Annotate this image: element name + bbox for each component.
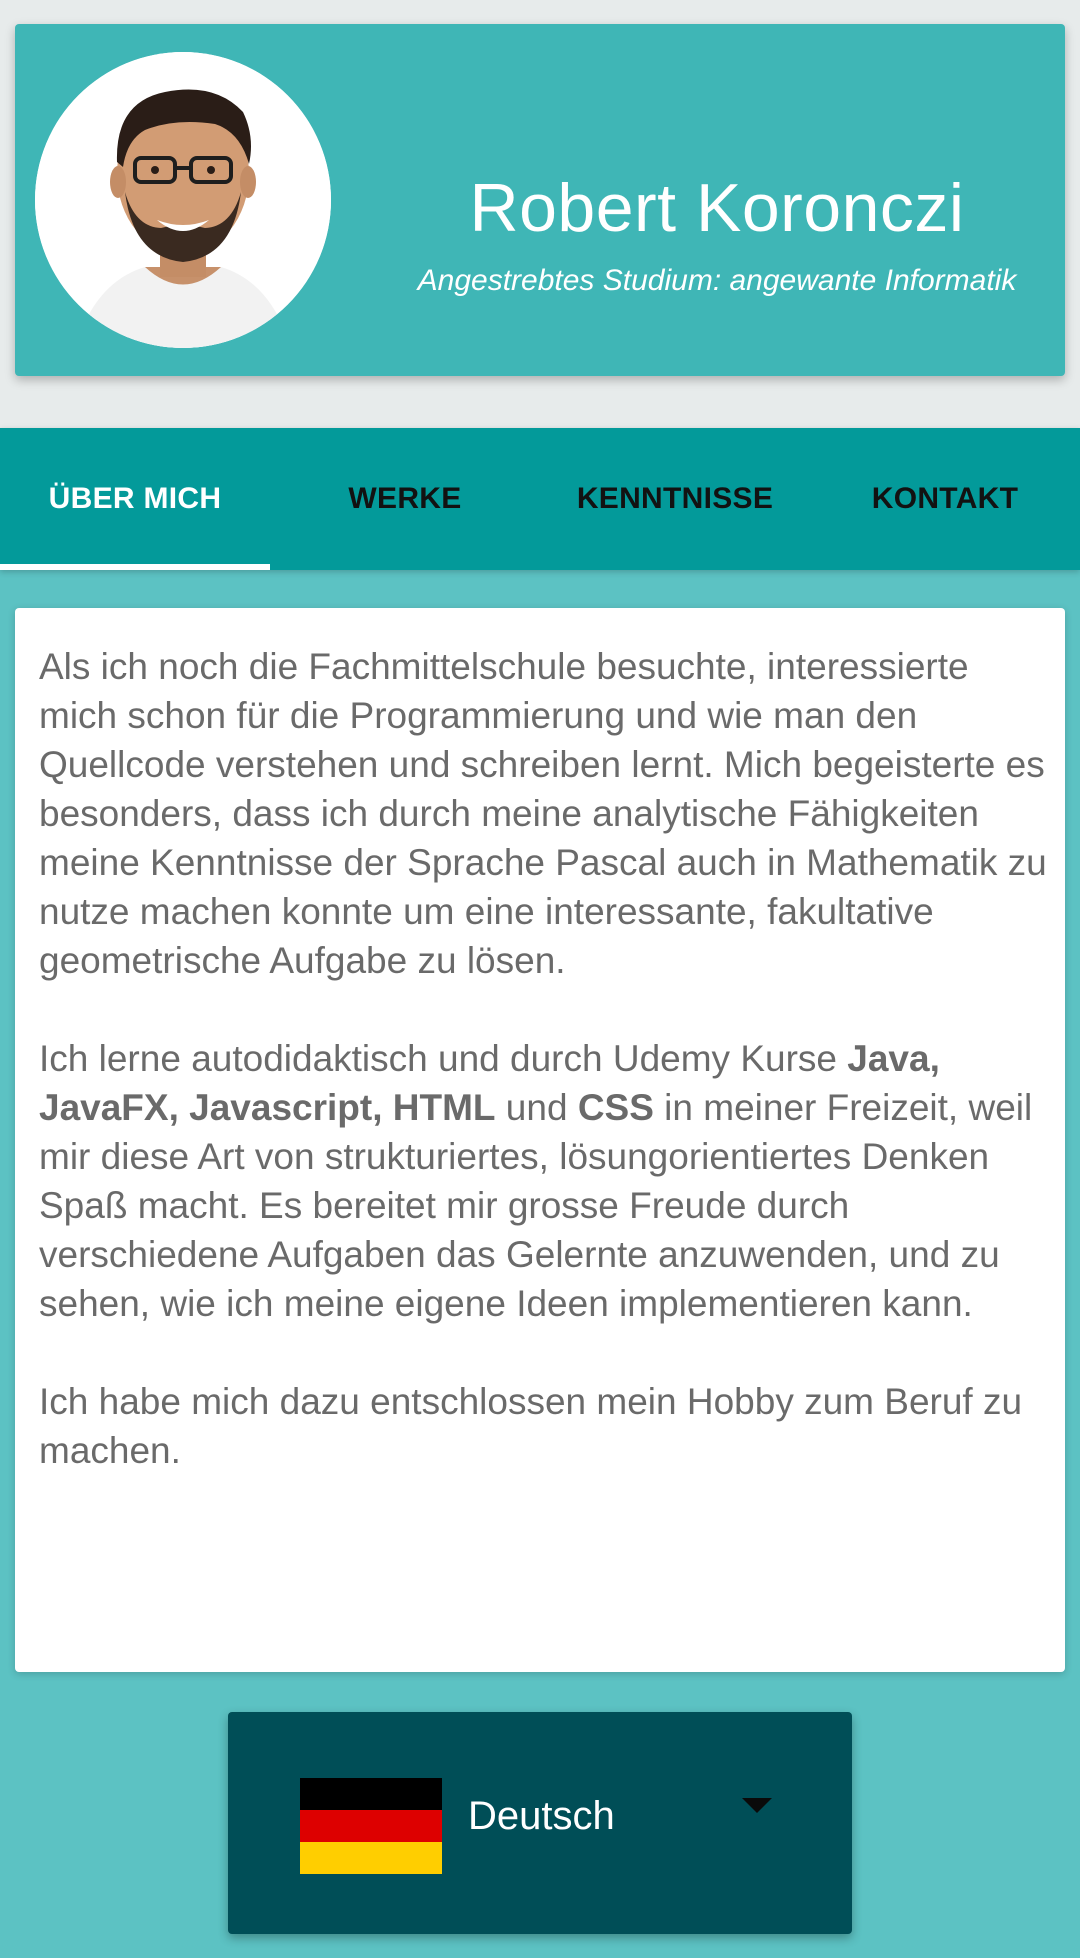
about-paragraph-2-and: und — [495, 1087, 578, 1128]
about-paragraph-1: Als ich noch die Fachmittelschule besuch… — [39, 646, 1047, 981]
profile-name: Robert Koronczi — [469, 170, 965, 246]
tab-label: ÜBER MICH — [48, 482, 222, 515]
person-photo-icon — [35, 52, 331, 348]
about-text: Als ich noch die Fachmittelschule besuch… — [39, 642, 1049, 1524]
tab-bar: ÜBER MICH WERKE KENNTNISSE KONTAKT — [0, 428, 1080, 570]
about-content-card: Als ich noch die Fachmittelschule besuch… — [15, 608, 1065, 1672]
tab-ueber-mich[interactable]: ÜBER MICH — [0, 428, 270, 570]
tab-werke[interactable]: WERKE — [270, 428, 540, 570]
tab-label: WERKE — [348, 482, 462, 515]
active-tab-indicator — [0, 564, 270, 570]
about-paragraph-2-intro: Ich lerne autodidaktisch und durch Udemy… — [39, 1038, 848, 1079]
tab-kenntnisse[interactable]: KENNTNISSE — [540, 428, 810, 570]
tab-label: KENNTNISSE — [576, 482, 774, 515]
tab-kontakt[interactable]: KONTAKT — [810, 428, 1080, 570]
germany-flag-icon — [300, 1778, 442, 1874]
profile-subtitle: Angestrebtes Studium: angewante Informat… — [417, 264, 1017, 297]
avatar — [35, 52, 331, 348]
profile-header-card: Robert Koronczi Angestrebtes Studium: an… — [15, 24, 1065, 376]
language-select[interactable]: Deutsch — [228, 1712, 852, 1934]
language-select-value: Deutsch — [468, 1794, 615, 1838]
chevron-down-icon — [742, 1798, 772, 1813]
about-paragraph-2: Ich lerne autodidaktisch und durch Udemy… — [39, 1034, 1049, 1328]
about-paragraph-3: Ich habe mich dazu entschlossen mein Hob… — [39, 1381, 1023, 1471]
tab-label: KONTAKT — [871, 482, 1019, 515]
css-highlight: CSS — [577, 1087, 654, 1128]
